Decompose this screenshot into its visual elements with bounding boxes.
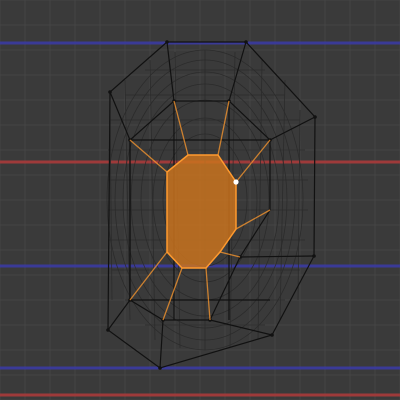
cage-vertex[interactable] <box>165 40 169 44</box>
cage-vertex[interactable] <box>270 333 274 337</box>
cage-vertex[interactable] <box>313 115 317 119</box>
3d-viewport[interactable] <box>0 0 400 400</box>
cage-vertex[interactable] <box>106 328 110 332</box>
cage-vertex[interactable] <box>244 40 248 44</box>
active-vertex[interactable] <box>233 179 239 185</box>
cage-vertex[interactable] <box>312 254 316 258</box>
viewport-canvas[interactable] <box>0 0 400 400</box>
cage-vertex[interactable] <box>158 366 162 370</box>
cage-vertex[interactable] <box>108 90 112 94</box>
